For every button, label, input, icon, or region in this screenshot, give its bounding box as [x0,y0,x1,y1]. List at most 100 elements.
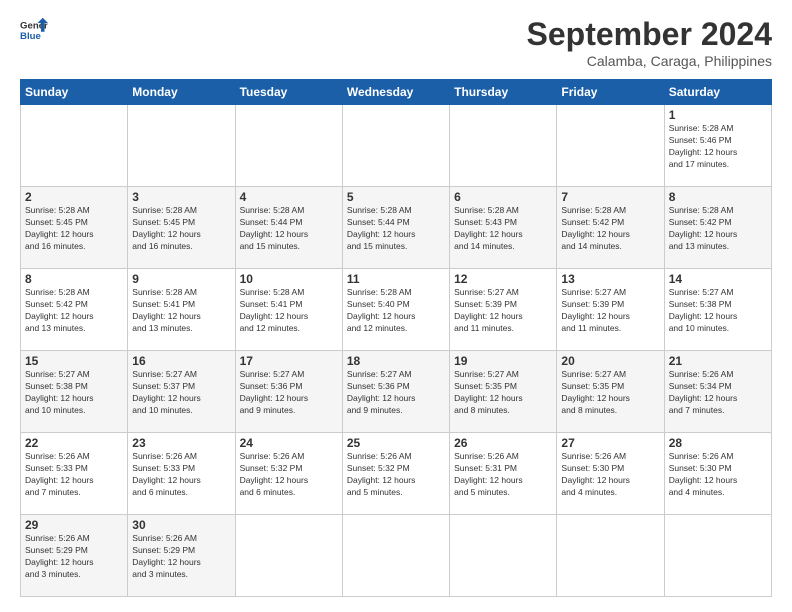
day-number: 2 [25,190,123,204]
logo: General Blue [20,16,48,44]
calendar-week-1: 1Sunrise: 5:28 AM Sunset: 5:46 PM Daylig… [21,105,772,187]
calendar-cell [235,105,342,187]
cell-info: Sunrise: 5:28 AM Sunset: 5:41 PM Dayligh… [240,287,338,335]
cell-info: Sunrise: 5:27 AM Sunset: 5:36 PM Dayligh… [240,369,338,417]
cell-info: Sunrise: 5:27 AM Sunset: 5:35 PM Dayligh… [454,369,552,417]
calendar-cell [342,105,449,187]
calendar-cell: 25Sunrise: 5:26 AM Sunset: 5:32 PM Dayli… [342,433,449,515]
day-number: 22 [25,436,123,450]
calendar-cell: 8Sunrise: 5:28 AM Sunset: 5:42 PM Daylig… [664,187,771,269]
cell-info: Sunrise: 5:28 AM Sunset: 5:46 PM Dayligh… [669,123,767,171]
cell-info: Sunrise: 5:28 AM Sunset: 5:45 PM Dayligh… [132,205,230,253]
cell-info: Sunrise: 5:27 AM Sunset: 5:35 PM Dayligh… [561,369,659,417]
calendar-cell: 13Sunrise: 5:27 AM Sunset: 5:39 PM Dayli… [557,269,664,351]
header-row: General Blue September 2024 Calamba, Car… [20,16,772,69]
calendar-cell: 16Sunrise: 5:27 AM Sunset: 5:37 PM Dayli… [128,351,235,433]
day-number: 14 [669,272,767,286]
cell-info: Sunrise: 5:27 AM Sunset: 5:36 PM Dayligh… [347,369,445,417]
calendar-cell [342,515,449,597]
calendar-cell: 2Sunrise: 5:28 AM Sunset: 5:45 PM Daylig… [21,187,128,269]
calendar-cell [557,105,664,187]
calendar-cell [128,105,235,187]
calendar-cell: 27Sunrise: 5:26 AM Sunset: 5:30 PM Dayli… [557,433,664,515]
cell-info: Sunrise: 5:28 AM Sunset: 5:42 PM Dayligh… [561,205,659,253]
calendar-cell: 6Sunrise: 5:28 AM Sunset: 5:43 PM Daylig… [450,187,557,269]
calendar-week-3: 8Sunrise: 5:28 AM Sunset: 5:42 PM Daylig… [21,269,772,351]
cell-info: Sunrise: 5:26 AM Sunset: 5:33 PM Dayligh… [132,451,230,499]
calendar-week-6: 29Sunrise: 5:26 AM Sunset: 5:29 PM Dayli… [21,515,772,597]
calendar-cell [450,105,557,187]
calendar-cell: 12Sunrise: 5:27 AM Sunset: 5:39 PM Dayli… [450,269,557,351]
day-number: 29 [25,518,123,532]
day-number: 5 [347,190,445,204]
cell-info: Sunrise: 5:26 AM Sunset: 5:31 PM Dayligh… [454,451,552,499]
day-number: 3 [132,190,230,204]
calendar-cell: 28Sunrise: 5:26 AM Sunset: 5:30 PM Dayli… [664,433,771,515]
cell-info: Sunrise: 5:26 AM Sunset: 5:33 PM Dayligh… [25,451,123,499]
day-number: 16 [132,354,230,368]
calendar-cell: 20Sunrise: 5:27 AM Sunset: 5:35 PM Dayli… [557,351,664,433]
calendar-cell: 22Sunrise: 5:26 AM Sunset: 5:33 PM Dayli… [21,433,128,515]
cell-info: Sunrise: 5:27 AM Sunset: 5:39 PM Dayligh… [454,287,552,335]
header-row-days: Sunday Monday Tuesday Wednesday Thursday… [21,80,772,105]
calendar-cell [664,515,771,597]
calendar-cell: 26Sunrise: 5:26 AM Sunset: 5:31 PM Dayli… [450,433,557,515]
day-number: 27 [561,436,659,450]
cell-info: Sunrise: 5:28 AM Sunset: 5:40 PM Dayligh… [347,287,445,335]
calendar-cell: 17Sunrise: 5:27 AM Sunset: 5:36 PM Dayli… [235,351,342,433]
svg-text:Blue: Blue [20,31,41,42]
day-number: 18 [347,354,445,368]
day-number: 25 [347,436,445,450]
day-number: 15 [25,354,123,368]
calendar-cell: 29Sunrise: 5:26 AM Sunset: 5:29 PM Dayli… [21,515,128,597]
day-number: 8 [669,190,767,204]
calendar-body: 1Sunrise: 5:28 AM Sunset: 5:46 PM Daylig… [21,105,772,597]
calendar-cell: 18Sunrise: 5:27 AM Sunset: 5:36 PM Dayli… [342,351,449,433]
cell-info: Sunrise: 5:28 AM Sunset: 5:44 PM Dayligh… [347,205,445,253]
cell-info: Sunrise: 5:26 AM Sunset: 5:32 PM Dayligh… [347,451,445,499]
calendar-cell: 30Sunrise: 5:26 AM Sunset: 5:29 PM Dayli… [128,515,235,597]
day-number: 26 [454,436,552,450]
calendar-cell: 9Sunrise: 5:28 AM Sunset: 5:41 PM Daylig… [128,269,235,351]
day-number: 19 [454,354,552,368]
th-monday: Monday [128,80,235,105]
calendar-cell: 3Sunrise: 5:28 AM Sunset: 5:45 PM Daylig… [128,187,235,269]
day-number: 12 [454,272,552,286]
calendar-cell: 8Sunrise: 5:28 AM Sunset: 5:42 PM Daylig… [21,269,128,351]
calendar-week-2: 2 Sunrise: 5:28 AM Sunset: 5:45 PM Daylig… [21,187,772,269]
month-title: September 2024 [527,16,772,53]
day-number: 9 [132,272,230,286]
calendar-cell: 15Sunrise: 5:27 AM Sunset: 5:38 PM Dayli… [21,351,128,433]
day-number: 6 [454,190,552,204]
calendar-cell [557,515,664,597]
calendar-cell: 5Sunrise: 5:28 AM Sunset: 5:44 PM Daylig… [342,187,449,269]
cell-info: Sunrise: 5:26 AM Sunset: 5:30 PM Dayligh… [669,451,767,499]
th-tuesday: Tuesday [235,80,342,105]
cell-info: Sunrise: 5:26 AM Sunset: 5:30 PM Dayligh… [561,451,659,499]
day-number: 20 [561,354,659,368]
calendar-week-4: 15Sunrise: 5:27 AM Sunset: 5:38 PM Dayli… [21,351,772,433]
th-thursday: Thursday [450,80,557,105]
calendar-cell [450,515,557,597]
day-number: 30 [132,518,230,532]
calendar-cell: 10Sunrise: 5:28 AM Sunset: 5:41 PM Dayli… [235,269,342,351]
calendar-cell: 21Sunrise: 5:26 AM Sunset: 5:34 PM Dayli… [664,351,771,433]
day-number: 1 [669,108,767,122]
calendar-cell: 24Sunrise: 5:26 AM Sunset: 5:32 PM Dayli… [235,433,342,515]
calendar-week-5: 22Sunrise: 5:26 AM Sunset: 5:33 PM Dayli… [21,433,772,515]
cell-info: Sunrise: 5:28 AM Sunset: 5:41 PM Dayligh… [132,287,230,335]
calendar-cell [21,105,128,187]
day-number: 24 [240,436,338,450]
page: General Blue September 2024 Calamba, Car… [0,0,792,612]
day-number: 17 [240,354,338,368]
cell-info: Sunrise: 5:27 AM Sunset: 5:37 PM Dayligh… [132,369,230,417]
day-number: 4 [240,190,338,204]
calendar-cell: 1Sunrise: 5:28 AM Sunset: 5:46 PM Daylig… [664,105,771,187]
th-sunday: Sunday [21,80,128,105]
cell-info: Sunrise: 5:27 AM Sunset: 5:39 PM Dayligh… [561,287,659,335]
cell-info: Sunrise: 5:27 AM Sunset: 5:38 PM Dayligh… [25,369,123,417]
calendar-cell: 11Sunrise: 5:28 AM Sunset: 5:40 PM Dayli… [342,269,449,351]
calendar-cell: 7Sunrise: 5:28 AM Sunset: 5:42 PM Daylig… [557,187,664,269]
calendar-cell: 19Sunrise: 5:27 AM Sunset: 5:35 PM Dayli… [450,351,557,433]
cell-info: Sunrise: 5:26 AM Sunset: 5:29 PM Dayligh… [25,533,123,581]
